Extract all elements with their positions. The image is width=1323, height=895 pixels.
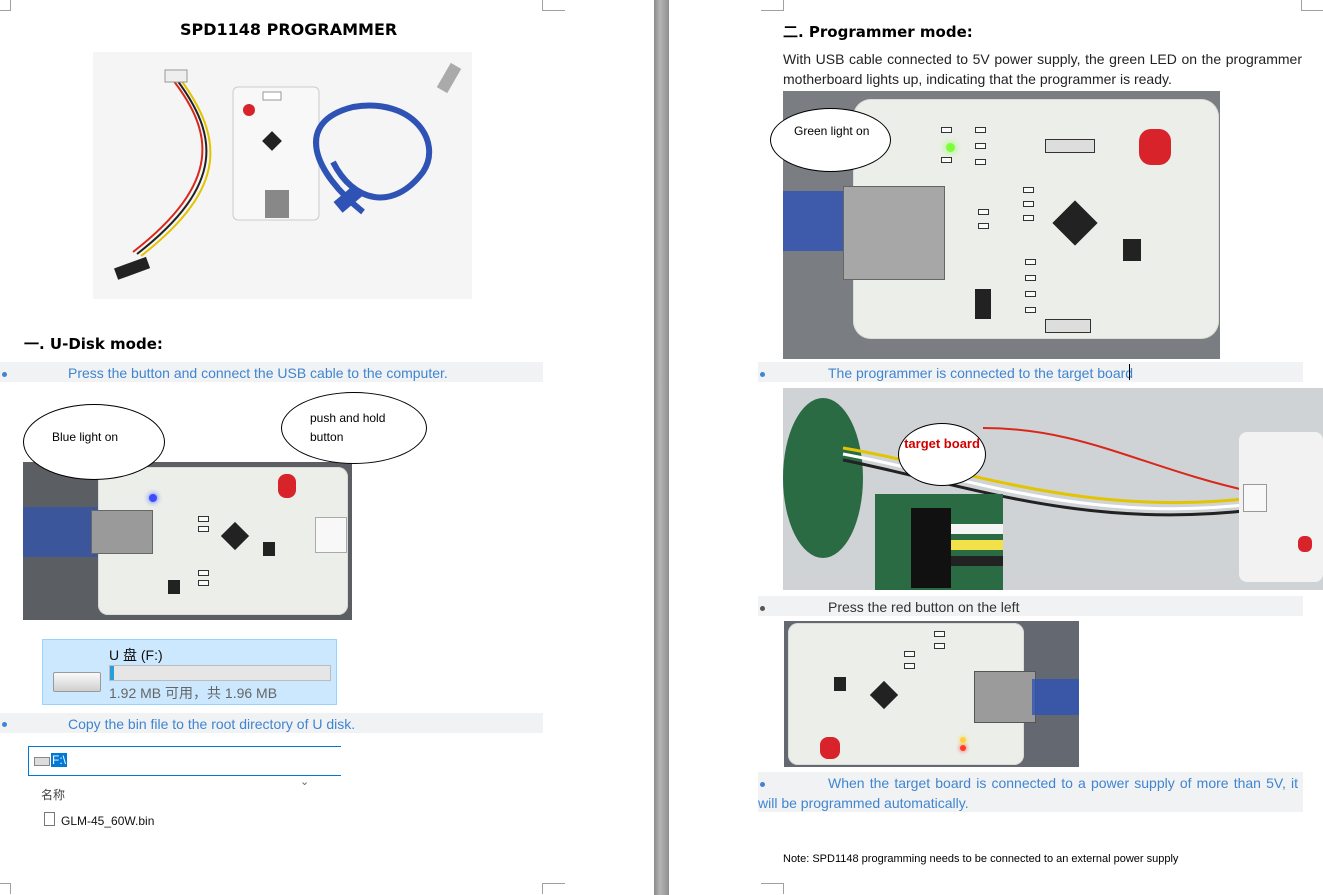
- section1-heading: 一. U-Disk mode:: [24, 335, 163, 353]
- drive-icon: [53, 672, 101, 692]
- bullet-dot: [760, 606, 765, 611]
- bullet-text: The programmer is connected to the targe…: [828, 365, 1134, 381]
- inset-connector-photo: [875, 494, 1003, 590]
- product-photo: [93, 52, 472, 299]
- green-led: [946, 143, 955, 152]
- explorer-address-bar[interactable]: F:\: [28, 746, 341, 776]
- bullet-dot: [760, 372, 765, 377]
- bullet-dot: [2, 722, 7, 727]
- blue-led: [149, 494, 157, 502]
- text-cursor: [1129, 364, 1130, 380]
- drive-capacity: 1.92 MB 可用，共 1.96 MB: [109, 685, 278, 701]
- column-header-name[interactable]: 名称: [41, 786, 65, 803]
- usb-drive-tile[interactable]: U 盘 (F:) 1.92 MB 可用，共 1.96 MB: [42, 639, 337, 705]
- address-path[interactable]: F:\: [51, 753, 67, 767]
- red-button: [820, 737, 840, 759]
- page-gutter: [654, 0, 669, 895]
- red-button: [1139, 129, 1171, 165]
- file-name[interactable]: GLM-45_60W.bin: [61, 814, 154, 828]
- drive-usage-bar: [109, 665, 331, 681]
- red-button: [278, 474, 296, 498]
- programmer-board-photo: [23, 462, 352, 620]
- file-icon: [44, 812, 55, 826]
- callout-target-board: target board: [898, 423, 986, 486]
- chevron-down-icon[interactable]: ⌄: [300, 775, 309, 788]
- right-page: 二. Programmer mode: With USB cable conne…: [669, 0, 1323, 895]
- section2-heading: 二. Programmer mode:: [783, 23, 973, 41]
- bullet-text: Copy the bin file to the root directory …: [68, 716, 356, 732]
- bullet-text: When the target board is connected to a …: [758, 775, 1298, 811]
- callout-push-button: push and hold button: [281, 392, 427, 464]
- callout-green-light: Green light on: [770, 108, 891, 172]
- page-title: SPD1148 PROGRAMMER: [180, 20, 398, 39]
- drive-usage-fill: [110, 666, 115, 680]
- callout-blue-light: Blue light on: [23, 404, 165, 480]
- intro-paragraph: With USB cable connected to 5V power sup…: [783, 51, 1302, 87]
- bullet-text: Press the red button on the left: [828, 599, 1020, 615]
- left-page: SPD1148 PROGRAMMER 一. U-Disk mode: Press…: [0, 0, 654, 895]
- drive-small-icon: [34, 757, 50, 766]
- red-button-photo: [784, 621, 1079, 767]
- footnote: Note: SPD1148 programming needs to be co…: [783, 853, 1179, 865]
- bullet-text: Press the button and connect the USB cab…: [68, 365, 448, 381]
- target-board-photo: [783, 388, 1323, 590]
- bullet-dot: [2, 372, 7, 377]
- drive-name: U 盘 (F:): [109, 647, 163, 663]
